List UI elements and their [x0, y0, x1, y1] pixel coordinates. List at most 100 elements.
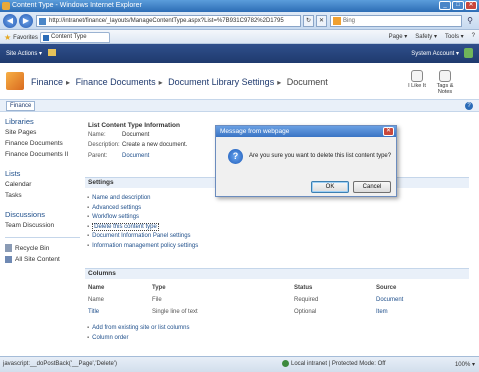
page-header: Finance ▸ Finance Documents ▸ Document Lib…	[0, 63, 479, 99]
col-header-status: Status	[294, 285, 313, 291]
maximize-button[interactable]: □	[452, 1, 464, 10]
ql-finance-documents-ii[interactable]: Finance Documents II	[5, 151, 80, 158]
doc-info-panel-link[interactable]: Document Information Panel settings	[92, 233, 190, 239]
close-window-button[interactable]: ✕	[465, 1, 477, 10]
column-order-link[interactable]: Column order	[92, 335, 128, 341]
sharepoint-tab-icon	[43, 35, 49, 41]
site-actions-menu[interactable]: Site Actions ▾	[6, 50, 42, 57]
dialog-message: Are you sure you want to delete this lis…	[249, 153, 392, 159]
address-bar: ◀ ▶ http://intranet/finance/_layouts/Man…	[0, 12, 479, 30]
favorites-button[interactable]: ★ Favorites	[4, 33, 38, 42]
col-header-name: Name	[88, 285, 105, 291]
delete-content-type-link[interactable]: Delete this content type	[92, 222, 159, 231]
dialog-title: Message from webpage	[220, 128, 290, 135]
question-icon: ?	[228, 149, 243, 164]
security-zone[interactable]: Local intranet | Protected Mode: Off	[282, 360, 386, 367]
columns-table: Name Type Status Source Name File Requir…	[85, 283, 469, 319]
help-menu[interactable]: ?	[472, 33, 475, 40]
name-description-link[interactable]: Name and description	[92, 195, 150, 201]
person-icon[interactable]	[464, 48, 473, 58]
column-status-cell: Required	[294, 297, 319, 303]
ql-team-discussion[interactable]: Team Discussion	[5, 222, 80, 229]
recycle-bin-icon	[5, 244, 12, 252]
ql-site-pages[interactable]: Site Pages	[5, 129, 80, 136]
i-like-it-button[interactable]: I Like It	[404, 70, 430, 89]
ql-tasks[interactable]: Tasks	[5, 192, 80, 199]
forward-button[interactable]: ▶	[19, 14, 33, 28]
account-menu[interactable]: System Account ▾	[411, 50, 459, 57]
stop-icon[interactable]: ✕	[316, 15, 327, 27]
all-site-content-icon	[5, 256, 12, 263]
window-titlebar: Content Type - Windows Internet Explorer…	[0, 0, 479, 12]
confirm-dialog: Message from webpage ✕ ? Are you sure yo…	[215, 125, 397, 197]
ql-discussions-heading[interactable]: Discussions	[5, 210, 80, 219]
breadcrumb-library-settings[interactable]: Document Library Settings	[168, 77, 274, 87]
globe-icon	[282, 360, 289, 367]
minimize-button[interactable]: _	[439, 1, 451, 10]
ql-all-site-content[interactable]: All Site Content	[5, 256, 80, 263]
info-mgmt-policy-link[interactable]: Information management policy settings	[92, 243, 198, 249]
column-source-link[interactable]: Document	[376, 297, 403, 303]
workflow-settings-link[interactable]: Workflow settings	[92, 214, 139, 220]
breadcrumb-current: Document	[286, 77, 328, 87]
favorites-bar: ★ Favorites Content Type Page ▾ Safety ▾…	[0, 30, 479, 44]
status-text: javascript:__doPostBack('__Page','Delete…	[3, 361, 117, 367]
breadcrumb-finance[interactable]: Finance	[31, 77, 63, 87]
window-title: Content Type - Windows Internet Explorer	[12, 2, 142, 9]
top-navigation: Finance ?	[0, 99, 479, 112]
breadcrumb-finance-documents[interactable]: Finance Documents	[76, 77, 156, 87]
table-row: Title Single line of text Optional Item	[85, 307, 469, 319]
quick-launch: Libraries Site Pages Finance Documents F…	[5, 117, 80, 267]
ql-finance-documents[interactable]: Finance Documents	[5, 140, 80, 147]
back-button[interactable]: ◀	[3, 14, 17, 28]
ql-recycle-bin[interactable]: Recycle Bin	[5, 244, 80, 252]
cancel-button[interactable]: Cancel	[353, 181, 391, 193]
ql-lists-heading[interactable]: Lists	[5, 169, 80, 178]
ql-calendar[interactable]: Calendar	[5, 181, 80, 188]
advanced-settings-link[interactable]: Advanced settings	[92, 205, 141, 211]
breadcrumb: Finance ▸ Finance Documents ▸ Document Lib…	[31, 77, 328, 87]
search-icon[interactable]: ⚲	[464, 15, 476, 27]
zoom-control[interactable]: 100% ▾	[455, 361, 475, 368]
add-existing-columns-link[interactable]: Add from existing site or list columns	[92, 325, 189, 331]
dialog-titlebar: Message from webpage ✕	[216, 126, 396, 137]
tags-notes-button[interactable]: Tags & Notes	[432, 70, 458, 95]
browser-tab[interactable]: Content Type	[40, 32, 110, 43]
column-status-cell: Optional	[294, 309, 317, 315]
columns-links: ▪ Add from existing site or list columns …	[87, 325, 190, 341]
column-type-cell: File	[152, 297, 162, 303]
folder-icon[interactable]	[48, 49, 56, 56]
info-parent-row: Parent: Document	[88, 153, 150, 159]
thumbs-up-icon	[411, 70, 423, 82]
col-header-source: Source	[376, 285, 397, 291]
page-menu[interactable]: Page ▾	[389, 33, 408, 40]
settings-links: ▪ Name and description ▪ Advanced settings…	[87, 195, 199, 249]
table-row: Name File Required Document	[85, 295, 469, 307]
column-name-link[interactable]: Title	[88, 309, 99, 315]
column-source-link[interactable]: Item	[376, 309, 388, 315]
content-type-info-heading: List Content Type Information	[88, 122, 180, 129]
url-field[interactable]: http://intranet/finance/_layouts/ManageC…	[36, 15, 301, 27]
ok-button[interactable]: OK	[311, 181, 349, 193]
column-name-cell: Name	[88, 297, 105, 303]
site-actions-bar: Site Actions ▾ System Account ▾	[0, 44, 479, 63]
help-icon[interactable]: ?	[465, 102, 473, 110]
refresh-icon[interactable]: ↻	[303, 15, 314, 27]
parent-link[interactable]: Document	[122, 153, 149, 159]
safety-menu[interactable]: Safety ▾	[415, 33, 437, 40]
ql-libraries-heading[interactable]: Libraries	[5, 117, 80, 126]
columns-section-header: Columns	[85, 268, 469, 279]
columns-header-row: Name Type Status Source	[85, 283, 469, 295]
bing-icon	[333, 17, 341, 25]
search-field[interactable]: Bing	[330, 15, 462, 27]
tools-menu[interactable]: Tools ▾	[445, 33, 464, 40]
status-bar: javascript:__doPostBack('__Page','Delete…	[0, 356, 479, 372]
star-icon: ★	[4, 33, 12, 42]
tag-icon	[439, 70, 451, 82]
info-name-row: Name: Document	[88, 132, 150, 138]
info-description-row: Description: Create a new document.	[88, 142, 188, 148]
dialog-close-button[interactable]: ✕	[383, 127, 394, 136]
site-logo	[6, 72, 24, 90]
topnav-finance[interactable]: Finance	[6, 101, 36, 111]
column-type-cell: Single line of text	[152, 309, 198, 315]
